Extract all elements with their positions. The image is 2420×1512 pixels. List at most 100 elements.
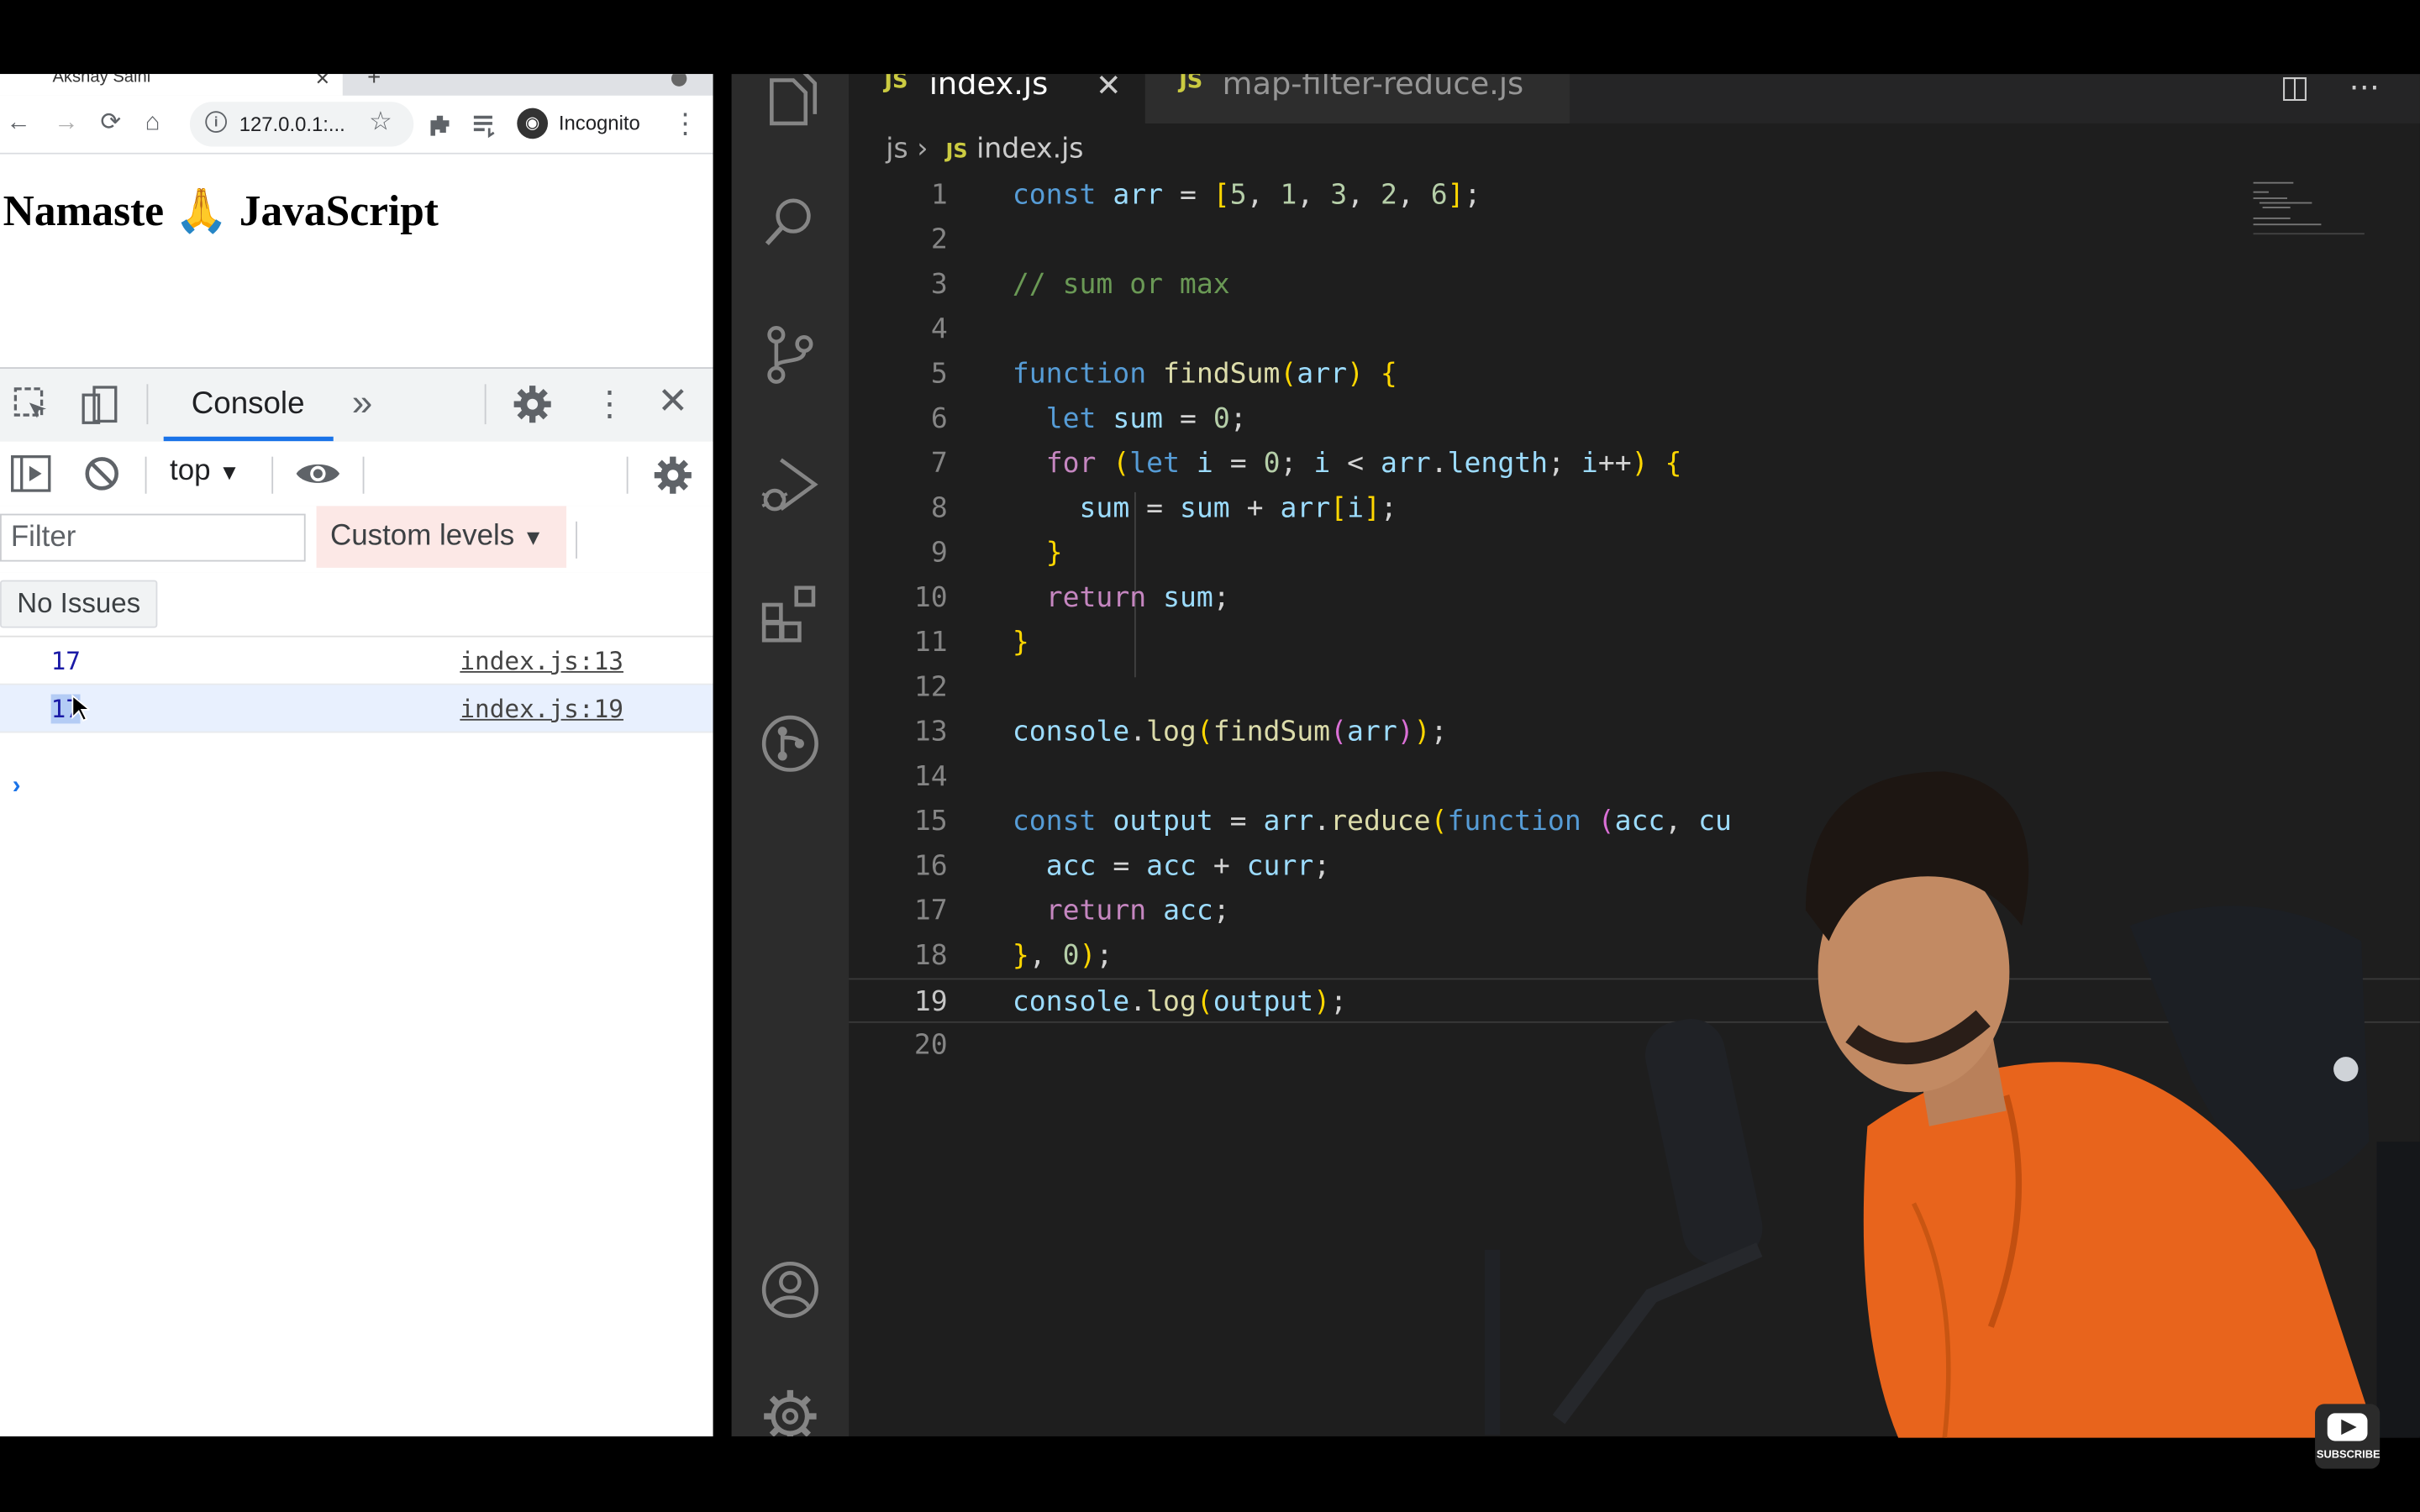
dropdown-arrow-icon: ▼ xyxy=(522,524,544,549)
settings-gear-icon[interactable] xyxy=(513,384,553,424)
line-number: 1 xyxy=(930,179,948,212)
code-line[interactable]: 5 function findSum(arr) { xyxy=(849,352,2420,396)
console-settings-gear-icon[interactable] xyxy=(653,455,693,496)
filter-input[interactable] xyxy=(0,513,306,562)
code-line[interactable]: 3 // sum or max xyxy=(849,262,2420,307)
breadcrumb-folder[interactable]: js xyxy=(886,133,908,165)
toolbar-divider xyxy=(626,456,629,494)
code-line[interactable]: 1 const arr = [5, 1, 3, 2, 6]; xyxy=(849,173,2420,218)
line-number: 9 xyxy=(930,537,948,570)
code-text[interactable]: function findSum(arr) { xyxy=(1013,352,1397,396)
close-tab-icon[interactable]: ✕ xyxy=(1096,74,1122,105)
play-icon xyxy=(2341,1419,2357,1436)
subscribe-button[interactable]: SUBSCRIBE xyxy=(2315,1404,2381,1469)
more-tabs-icon[interactable]: » xyxy=(352,385,373,422)
browser-tab[interactable]: Akshay Saini ✕ xyxy=(0,74,343,96)
editor-actions: ◫ ⋯ xyxy=(2281,74,2380,107)
source-control-icon[interactable] xyxy=(760,324,821,386)
search-icon[interactable] xyxy=(760,192,821,253)
code-line[interactable]: 7 for (let i = 0; i < arr.length; i++) { xyxy=(849,441,2420,486)
code-text[interactable]: console.log(findSum(arr)); xyxy=(1013,710,1448,754)
clear-console-icon[interactable] xyxy=(83,455,120,492)
code-line[interactable]: 12 xyxy=(849,665,2420,710)
reading-list-icon[interactable] xyxy=(471,111,498,139)
tab-close-icon[interactable]: ✕ xyxy=(315,74,330,89)
code-text[interactable]: console.log(output); xyxy=(1013,979,1347,1024)
toolbar-divider xyxy=(576,521,577,559)
code-text[interactable]: const arr = [5, 1, 3, 2, 6]; xyxy=(1013,173,1481,218)
reload-icon[interactable]: ⟳ xyxy=(100,108,121,139)
line-number: 8 xyxy=(930,491,948,525)
code-text[interactable]: } xyxy=(1013,620,1029,664)
code-text[interactable]: // sum or max xyxy=(1013,262,1230,307)
code-text[interactable]: for (let i = 0; i < arr.length; i++) { xyxy=(1013,441,1682,486)
line-number: 17 xyxy=(913,895,948,927)
tab-index-js[interactable]: JS index.js ✕ xyxy=(849,74,1145,123)
editor-tabs-bar: JS index.js ✕ JS map-filter-reduce.js ◫ … xyxy=(849,74,2420,123)
tab-label: index.js xyxy=(929,74,1049,102)
tab-map-filter-reduce-js[interactable]: JS map-filter-reduce.js xyxy=(1144,74,1570,123)
tab-console[interactable]: Console xyxy=(163,369,334,442)
incognito-label: Incognito xyxy=(558,111,640,134)
context-selector-value: top xyxy=(170,454,211,488)
new-tab-icon[interactable]: + xyxy=(367,74,381,91)
url-text[interactable]: 127.0.0.1:... xyxy=(239,113,345,136)
code-line[interactable]: 11} xyxy=(849,620,2420,664)
extensions-icon[interactable] xyxy=(426,111,454,139)
js-file-icon: JS xyxy=(884,74,908,95)
profile-dot-icon[interactable] xyxy=(671,74,687,87)
context-selector[interactable]: top ▼ xyxy=(170,455,240,489)
extensions-icon[interactable] xyxy=(760,583,821,644)
run-debug-icon[interactable] xyxy=(760,454,821,515)
live-expression-eye-icon[interactable] xyxy=(295,458,341,489)
code-text[interactable]: }, 0); xyxy=(1013,933,1113,978)
browser-menu-icon[interactable]: ⋮ xyxy=(671,108,699,139)
split-editor-icon[interactable]: ◫ xyxy=(2281,74,2310,105)
device-toolbar-icon[interactable] xyxy=(81,386,121,426)
js-file-icon: JS xyxy=(945,140,968,164)
code-line[interactable]: 6 let sum = 0; xyxy=(849,396,2420,441)
code-line[interactable]: 9 } xyxy=(849,531,2420,575)
back-icon[interactable]: ← xyxy=(6,108,30,139)
close-devtools-icon[interactable]: ✕ xyxy=(657,383,688,420)
forward-icon[interactable]: → xyxy=(54,108,78,139)
manage-gear-icon[interactable] xyxy=(760,1385,821,1436)
toolbar-divider xyxy=(484,384,487,425)
line-number: 3 xyxy=(930,268,948,302)
git-graph-icon[interactable] xyxy=(760,713,821,774)
code-text[interactable]: sum = sum + arr[i]; xyxy=(1013,486,1397,531)
breadcrumb: js › JS index.js xyxy=(886,133,1083,173)
page-title: Namaste 🙏 JavaScript xyxy=(3,188,439,237)
code-line[interactable]: 10 return sum; xyxy=(849,575,2420,620)
code-text[interactable]: } xyxy=(1013,531,1063,575)
more-actions-icon[interactable]: ⋯ xyxy=(2349,74,2380,105)
code-line[interactable]: 8 sum = sum + arr[i]; xyxy=(849,486,2420,531)
no-issues-button[interactable]: No Issues xyxy=(0,580,158,628)
console-prompt[interactable]: › xyxy=(13,773,21,801)
code-text[interactable]: return acc; xyxy=(1013,889,1230,933)
log-source-link[interactable]: index.js:19 xyxy=(460,695,623,724)
devtools-menu-icon[interactable]: ⋮ xyxy=(592,386,626,421)
explorer-files-icon[interactable] xyxy=(760,74,821,129)
custom-levels-dropdown[interactable]: Custom levels ▼ xyxy=(316,506,567,568)
account-icon[interactable] xyxy=(760,1259,821,1320)
code-text[interactable]: return sum; xyxy=(1013,575,1230,620)
code-text[interactable]: acc = acc + curr; xyxy=(1013,844,1330,889)
line-number: 5 xyxy=(930,358,948,391)
show-sidebar-icon[interactable] xyxy=(11,455,51,492)
code-text[interactable]: let sum = 0; xyxy=(1013,396,1247,441)
inspect-element-icon[interactable] xyxy=(13,387,51,424)
home-icon[interactable]: ⌂ xyxy=(145,108,160,139)
console-log-row: 17 index.js:13 xyxy=(0,638,713,685)
breadcrumb-file[interactable]: index.js xyxy=(976,133,1083,165)
chevron-right-icon: › xyxy=(917,132,946,165)
info-icon[interactable]: i xyxy=(205,111,227,133)
incognito-icon: ◉ xyxy=(517,108,549,139)
omnibox[interactable]: i 127.0.0.1:... ☆ xyxy=(189,102,414,147)
devtools-main-toolbar: Console » ⋮ ✕ xyxy=(0,368,713,444)
bookmark-star-icon[interactable]: ☆ xyxy=(369,107,392,138)
code-line[interactable]: 4 xyxy=(849,307,2420,352)
log-source-link[interactable]: index.js:13 xyxy=(460,647,623,676)
code-line[interactable]: 2 xyxy=(849,218,2420,262)
tab-console-label: Console xyxy=(191,387,305,422)
